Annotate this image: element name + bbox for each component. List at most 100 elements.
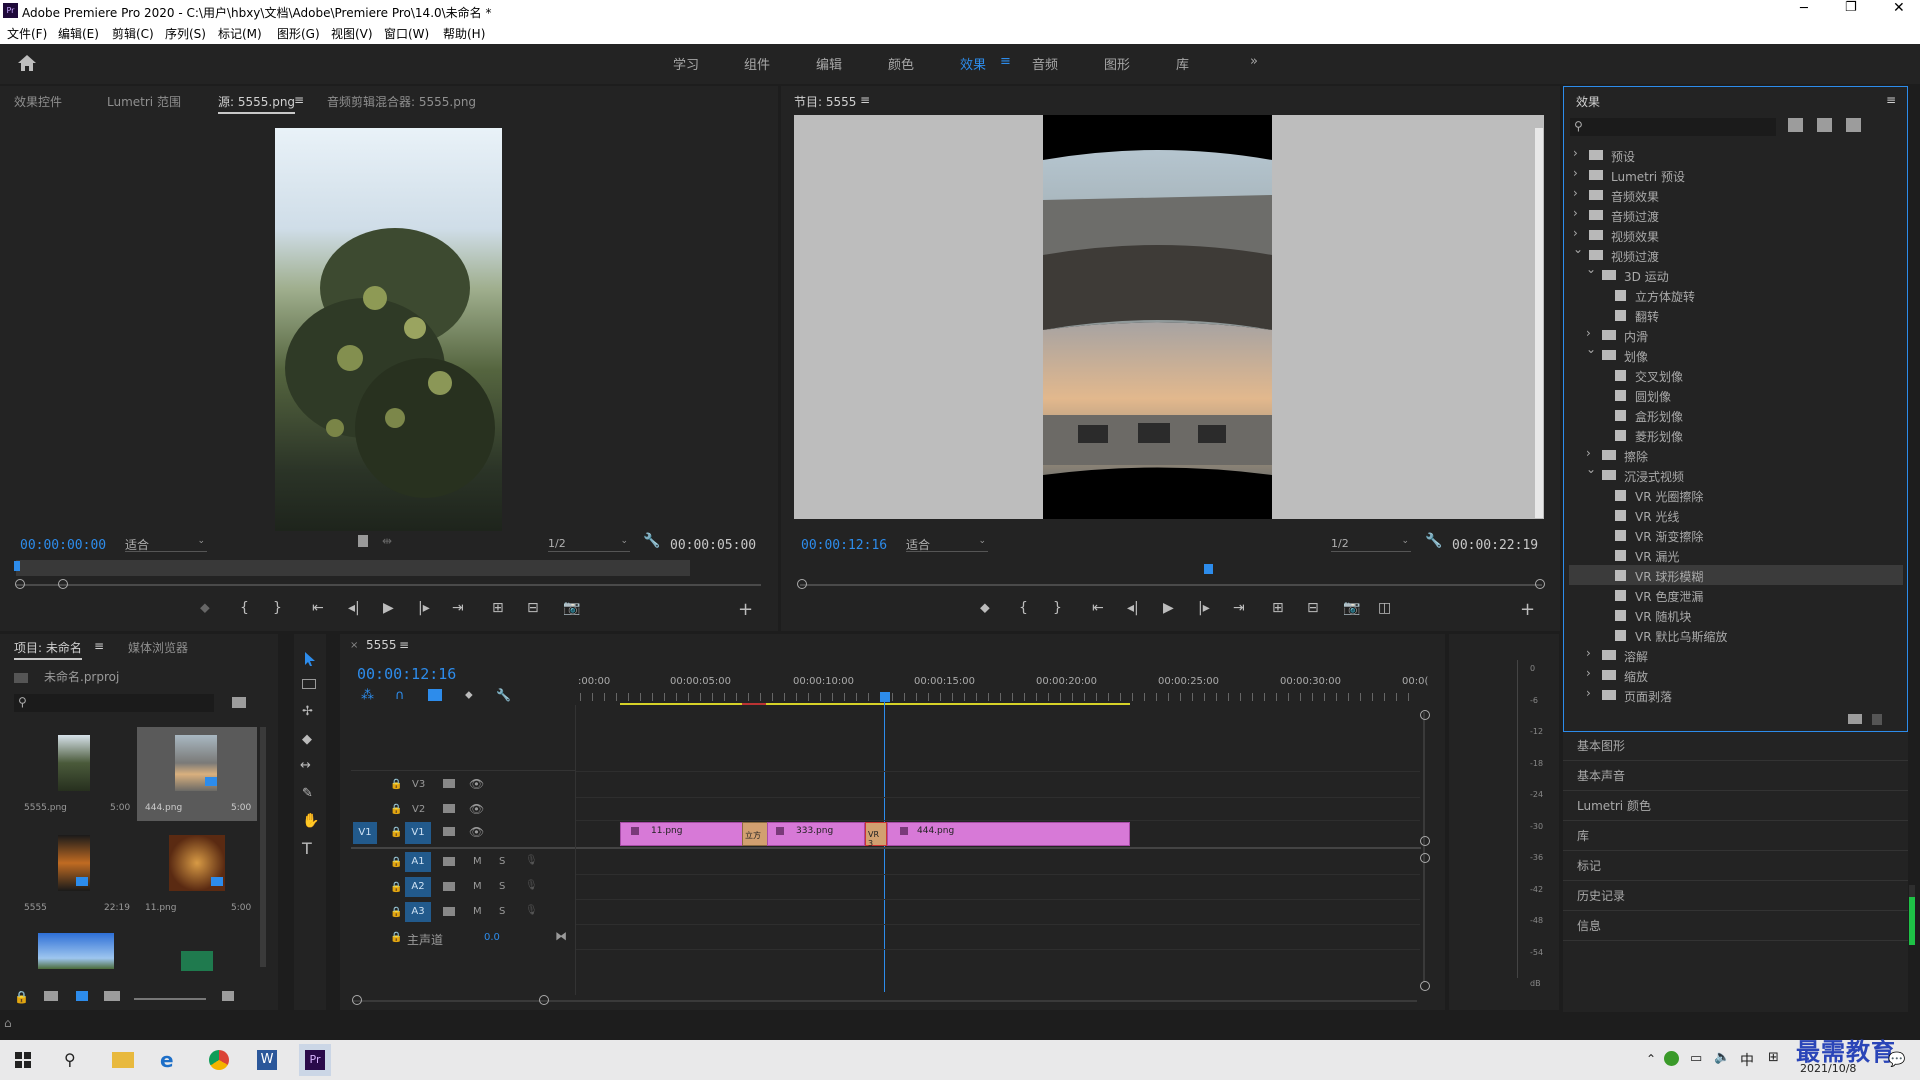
effects-folder[interactable]: › 内滑: [1569, 325, 1903, 345]
close-button[interactable]: ✕: [1893, 0, 1905, 16]
scroll-handle[interactable]: [1420, 710, 1430, 720]
add-button-icon[interactable]: +: [1520, 599, 1535, 620]
pen-tool-icon[interactable]: ✎: [302, 786, 313, 801]
insert-icon[interactable]: ⊞: [492, 600, 504, 616]
panel-history[interactable]: 历史记录: [1577, 887, 1625, 904]
voiceover-mic-icon[interactable]: 🎙: [525, 880, 538, 891]
windows-start-icon[interactable]: [15, 1052, 31, 1068]
chevron-right-icon[interactable]: ›: [1586, 446, 1591, 460]
eye-icon[interactable]: 👁: [469, 802, 484, 816]
menu-help[interactable]: 帮助(H): [443, 25, 485, 42]
effects-item[interactable]: 立方体旋转: [1569, 285, 1903, 305]
mark-out-icon[interactable]: }: [1053, 600, 1062, 616]
lift-icon[interactable]: ⊞: [1272, 600, 1284, 616]
source-resolution-dropdown[interactable]: 1/2 ⌄: [548, 536, 630, 552]
chevron-up-icon[interactable]: ⌃: [1646, 1052, 1656, 1066]
eye-icon[interactable]: 👁: [469, 777, 484, 791]
eye-icon[interactable]: 👁: [469, 825, 484, 839]
transition-vr-spherical-blur[interactable]: VR 3: [865, 822, 887, 848]
track-target-a3[interactable]: A3: [405, 902, 431, 922]
chevron-down-icon[interactable]: ⌄: [1586, 462, 1596, 476]
search-icon[interactable]: ⚲: [64, 1050, 76, 1069]
minimize-button[interactable]: ─: [1800, 1, 1808, 16]
home-icon[interactable]: [17, 54, 37, 72]
ime-indicator[interactable]: 中: [1740, 1050, 1754, 1070]
export-frame-icon[interactable]: 📷: [1343, 600, 1360, 616]
tab-menu-icon[interactable]: ≡: [860, 93, 870, 107]
insert-overlay-icon[interactable]: [358, 535, 368, 547]
ripple-edit-tool-icon[interactable]: ✢: [302, 704, 313, 719]
timeline-horizontal-scrollbar[interactable]: [352, 1000, 1417, 1002]
menu-clip[interactable]: 剪辑(C): [112, 25, 154, 42]
track-target-a1[interactable]: A1: [405, 852, 431, 872]
go-to-out-icon[interactable]: ⇥: [1233, 600, 1245, 616]
timeline-playhead-head[interactable]: [880, 692, 890, 702]
word-icon[interactable]: W: [257, 1050, 277, 1070]
clip-11png[interactable]: 11.png: [620, 822, 743, 846]
sync-lock-icon[interactable]: [443, 804, 455, 813]
effects-folder[interactable]: › 预设: [1569, 145, 1903, 165]
project-item[interactable]: 5555 22:19: [14, 827, 136, 921]
tab-program[interactable]: 节目: 5555: [794, 93, 856, 110]
project-item[interactable]: 5555.png 5:00: [14, 727, 136, 821]
effects-item[interactable]: VR 色度泄漏: [1569, 585, 1903, 605]
scroll-handle[interactable]: [1420, 853, 1430, 863]
solo-button[interactable]: S: [499, 906, 505, 917]
sync-lock-icon[interactable]: [443, 882, 455, 891]
lock-icon[interactable]: 🔒: [390, 857, 402, 868]
nest-toggle-icon[interactable]: ⁂: [361, 688, 374, 703]
type-tool-icon[interactable]: T: [302, 839, 312, 858]
lock-icon[interactable]: 🔒: [390, 882, 402, 893]
project-item-selected[interactable]: 444.png 5:00: [137, 727, 257, 821]
effects-folder[interactable]: › 音频过渡: [1569, 205, 1903, 225]
effects-item[interactable]: VR 漏光: [1569, 545, 1903, 565]
export-frame-icon[interactable]: 📷: [563, 600, 580, 616]
tab-audio-clip-mixer[interactable]: 音频剪辑混合器: 5555.png: [327, 93, 476, 110]
panel-essential-sound[interactable]: 基本声音: [1577, 767, 1625, 784]
workspace-audio[interactable]: 音频: [1032, 54, 1058, 73]
comparison-view-icon[interactable]: ◫: [1378, 600, 1391, 616]
selection-tool-icon[interactable]: [302, 651, 318, 667]
tab-lumetri-scopes[interactable]: Lumetri 范围: [107, 93, 181, 110]
lock-icon[interactable]: 🔒: [390, 907, 402, 918]
solo-button[interactable]: S: [499, 856, 505, 867]
lock-icon[interactable]: 🔒: [14, 990, 29, 1004]
source-playhead[interactable]: [14, 561, 20, 571]
sync-lock-icon[interactable]: [443, 907, 455, 916]
chevron-down-icon[interactable]: ⌄: [1586, 342, 1596, 356]
play-icon[interactable]: ▶: [1163, 600, 1174, 616]
effects-folder[interactable]: ⌄ 沉浸式视频: [1569, 462, 1903, 485]
sort-icon[interactable]: [222, 991, 234, 1001]
chevron-right-icon[interactable]: ›: [1586, 326, 1591, 340]
drag-video-icon[interactable]: ⇹: [382, 534, 392, 548]
menu-edit[interactable]: 编辑(E): [58, 25, 99, 42]
step-back-icon[interactable]: ◂|: [1127, 600, 1139, 616]
zoom-handle-left[interactable]: [797, 579, 807, 589]
effects-item[interactable]: VR 渐变擦除: [1569, 525, 1903, 545]
track-label[interactable]: V2: [412, 804, 425, 815]
workspace-menu-icon[interactable]: ≡: [1000, 54, 1011, 69]
notification-icon[interactable]: 💬: [1888, 1052, 1905, 1068]
lock-icon[interactable]: 🔒: [390, 804, 402, 815]
panel-libraries[interactable]: 库: [1577, 827, 1589, 844]
razor-tool-icon[interactable]: ◆: [302, 732, 312, 747]
keyboard-icon[interactable]: ⊞: [1768, 1050, 1779, 1065]
effects-item[interactable]: 翻转: [1569, 305, 1903, 325]
chevron-right-icon[interactable]: ›: [1586, 666, 1591, 680]
maximize-button[interactable]: ❐: [1845, 0, 1857, 15]
tab-effect-controls[interactable]: 效果控件: [14, 93, 62, 110]
menu-graphics[interactable]: 图形(G): [277, 25, 320, 42]
panel-essential-graphics[interactable]: 基本图形: [1577, 737, 1625, 754]
chevron-right-icon[interactable]: ›: [1586, 686, 1591, 700]
hand-tool-icon[interactable]: ✋: [302, 813, 319, 829]
more-workspaces-icon[interactable]: »: [1250, 54, 1258, 69]
menu-sequence[interactable]: 序列(S): [165, 25, 206, 42]
effects-item[interactable]: 菱形划像: [1569, 425, 1903, 445]
track-select-tool-icon[interactable]: [302, 679, 316, 689]
effects-item[interactable]: 交叉划像: [1569, 365, 1903, 385]
lock-icon[interactable]: 🔒: [390, 779, 402, 790]
workspace-effects[interactable]: 效果: [960, 54, 986, 73]
add-button-icon[interactable]: +: [738, 599, 753, 620]
snap-icon[interactable]: ∩: [395, 688, 405, 703]
lock-icon[interactable]: 🔒: [390, 827, 402, 838]
